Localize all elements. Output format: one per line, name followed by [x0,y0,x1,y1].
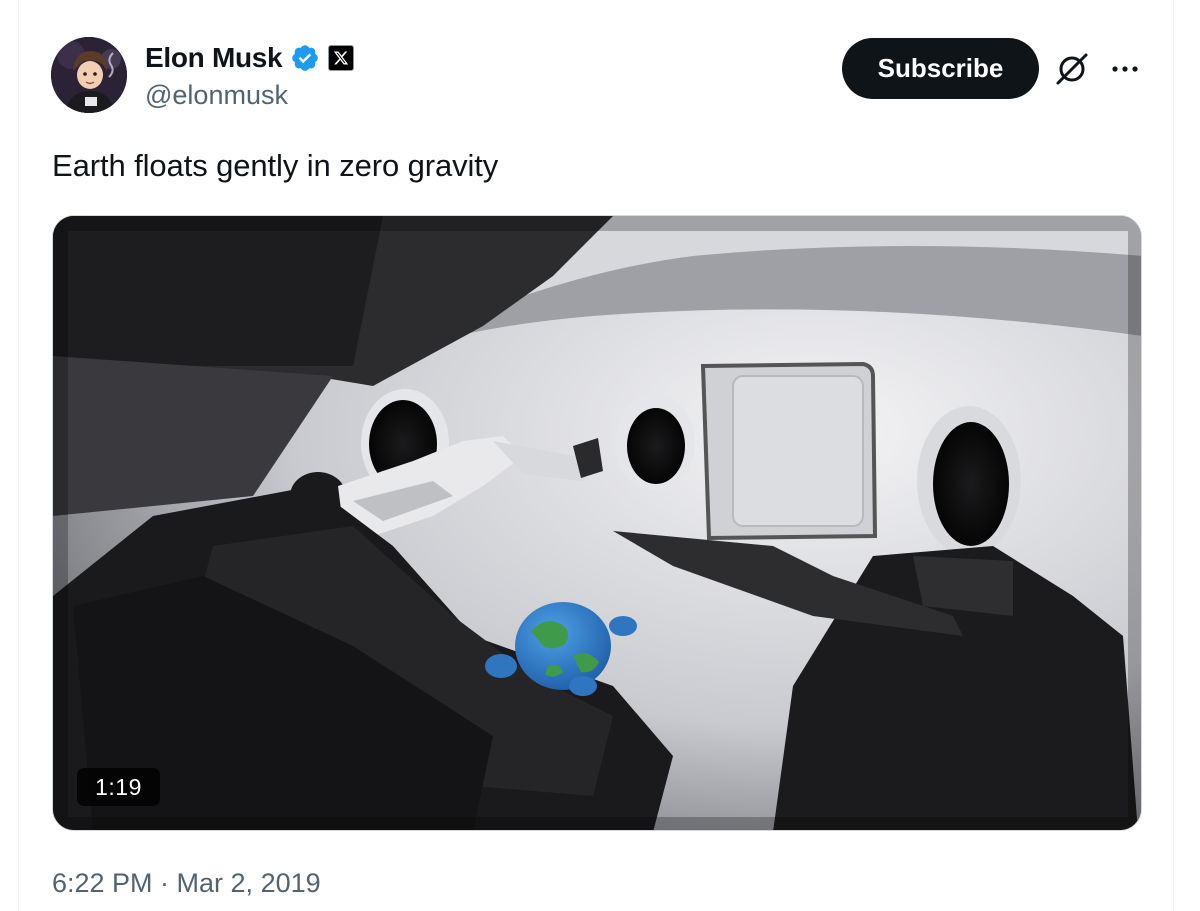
more-options-icon[interactable] [1108,56,1142,82]
video-thumbnail [53,216,1141,830]
subscribe-button[interactable]: Subscribe [842,38,1039,99]
author-avatar[interactable] [51,37,127,113]
tweet-text: Earth floats gently in zero gravity [52,148,499,183]
author-display-name[interactable]: Elon Musk [145,42,283,74]
author-handle[interactable]: @elonmusk [145,80,288,111]
video-player[interactable] [52,215,1142,831]
x-logo-icon[interactable] [328,45,355,71]
grok-icon[interactable] [1053,50,1091,88]
author-name-row: Elon Musk [145,40,355,76]
verified-badge-icon[interactable] [290,43,320,73]
tweet-timestamp[interactable]: 6:22 PM · Mar 2, 2019 [52,868,321,899]
video-duration-badge: 1:19 [77,768,160,806]
